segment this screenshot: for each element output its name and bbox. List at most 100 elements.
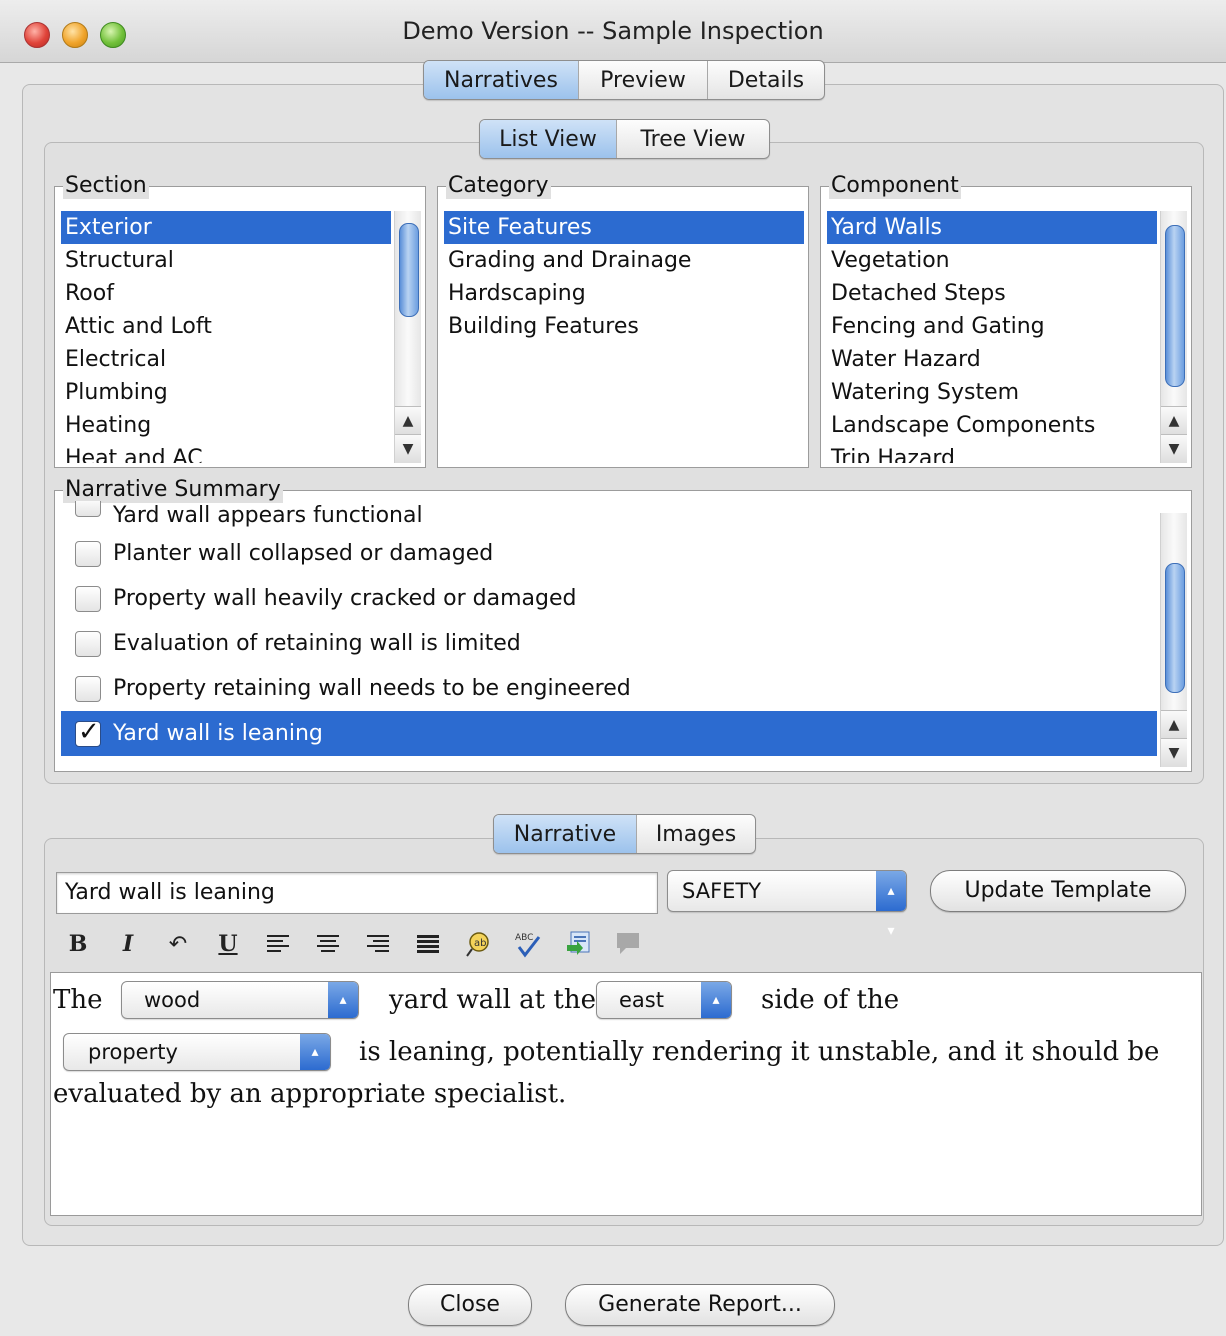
view-tab-bar: List View Tree View	[479, 119, 770, 159]
narrative-summary-title: Narrative Summary	[63, 477, 283, 503]
location-select[interactable]: property ▴ ▾	[63, 1033, 331, 1096]
list-item[interactable]: Exterior	[61, 211, 391, 244]
formatting-toolbar: B I ↶ U ab ABC	[60, 926, 646, 962]
checkbox[interactable]	[75, 631, 101, 657]
title-bar: Demo Version -- Sample Inspection	[0, 0, 1226, 63]
narrative-scrollbar[interactable]: ▲ ▼	[1160, 513, 1187, 767]
svg-text:ABC: ABC	[515, 933, 533, 943]
list-item[interactable]: Evaluation of retaining wall is limited	[61, 621, 1157, 666]
list-item[interactable]: Property retaining wall needs to be engi…	[61, 666, 1157, 711]
list-item[interactable]: Trip Hazard	[827, 442, 1157, 463]
section-list: Section Exterior Structural Roof Attic a…	[54, 173, 426, 468]
align-center-icon[interactable]	[310, 926, 346, 962]
scroll-thumb[interactable]	[1165, 225, 1185, 387]
bold-icon[interactable]: B	[60, 926, 96, 962]
list-item[interactable]: Property wall heavily cracked or damaged	[61, 576, 1157, 621]
list-item[interactable]: Water Hazard	[827, 343, 1157, 376]
narrative-summary: Narrative Summary Yard wall appears func…	[54, 477, 1192, 772]
underline-icon[interactable]: U	[210, 926, 246, 962]
list-item[interactable]: Heat and AC	[61, 442, 391, 463]
list-item[interactable]: Site Features	[444, 211, 804, 244]
checkbox-checked[interactable]: ✓	[75, 717, 101, 747]
checkbox[interactable]	[75, 676, 101, 702]
category-title: Category	[446, 173, 551, 199]
list-item[interactable]: Planter wall collapsed or damaged	[61, 531, 1157, 576]
severity-select[interactable]: SAFETY ▴ ▾	[667, 870, 907, 939]
component-list: Component Yard Walls Vegetation Detached…	[820, 173, 1192, 468]
material-select[interactable]: wood ▴ ▾	[121, 981, 359, 1044]
tab-list-view[interactable]: List View	[480, 120, 616, 158]
align-right-icon[interactable]	[360, 926, 396, 962]
list-item[interactable]: Vegetation	[827, 244, 1157, 277]
updown-icon: ▴ ▾	[300, 1034, 330, 1096]
component-title: Component	[829, 173, 961, 199]
comment-icon[interactable]	[610, 926, 646, 962]
checkbox[interactable]	[75, 501, 101, 517]
list-item[interactable]: Heating	[61, 409, 391, 442]
list-item[interactable]: Landscape Components	[827, 409, 1157, 442]
scroll-down-icon[interactable]: ▼	[1161, 434, 1187, 463]
narrative-items: Yard wall appears functional Planter wal…	[61, 501, 1157, 767]
tab-tree-view[interactable]: Tree View	[616, 120, 769, 158]
scroll-up-icon[interactable]: ▲	[1161, 710, 1187, 739]
list-item[interactable]: Yard Walls	[827, 211, 1157, 244]
list-item[interactable]: Electrical	[61, 343, 391, 376]
main-tab-bar: Narratives Preview Details	[423, 60, 825, 100]
scroll-thumb[interactable]	[1165, 563, 1185, 693]
scroll-up-icon[interactable]: ▲	[395, 406, 421, 435]
svg-text:ab: ab	[474, 938, 486, 949]
narrative-editor[interactable]: The wood ▴ ▾ yard wall at the east ▴ ▾ sid…	[50, 972, 1202, 1216]
list-item[interactable]: Fencing and Gating	[827, 310, 1157, 343]
italic-icon[interactable]: I	[110, 926, 146, 962]
align-left-icon[interactable]	[260, 926, 296, 962]
updown-icon: ▴ ▾	[701, 982, 731, 1044]
list-item[interactable]: Watering System	[827, 376, 1157, 409]
list-item[interactable]: Hardscaping	[444, 277, 804, 310]
narrative-label: Property retaining wall needs to be engi…	[113, 676, 631, 701]
insert-phrase-icon[interactable]: ab	[460, 926, 496, 962]
narrative-title-input[interactable]: Yard wall is leaning	[56, 872, 658, 914]
undo-icon[interactable]: ↶	[160, 926, 196, 962]
narrative-text: evaluated by an appropriate specialist.	[53, 1079, 567, 1109]
severity-value: SAFETY	[682, 879, 762, 903]
update-template-button[interactable]: Update Template	[930, 870, 1186, 912]
spellcheck-icon[interactable]: ABC	[510, 926, 546, 962]
component-scrollbar[interactable]: ▲ ▼	[1160, 211, 1187, 463]
justify-icon[interactable]	[410, 926, 446, 962]
section-scrollbar[interactable]: ▲ ▼	[394, 211, 421, 463]
import-icon[interactable]	[560, 926, 596, 962]
scroll-down-icon[interactable]: ▼	[1161, 738, 1187, 767]
list-item[interactable]: ✓ Yard wall is leaning	[61, 711, 1157, 756]
generate-report-button[interactable]: Generate Report...	[565, 1284, 835, 1326]
editor-tab-bar: Narrative Images	[493, 814, 756, 854]
list-item[interactable]: Grading and Drainage	[444, 244, 804, 277]
narrative-text: is leaning, potentially rendering it uns…	[359, 1037, 1160, 1067]
list-item[interactable]: Plumbing	[61, 376, 391, 409]
tab-preview[interactable]: Preview	[578, 61, 707, 99]
list-item[interactable]: Yard wall appears functional	[61, 501, 1157, 531]
narrative-label: Yard wall is leaning	[113, 721, 323, 746]
window-title: Demo Version -- Sample Inspection	[402, 17, 824, 45]
list-item[interactable]: Roof	[61, 277, 391, 310]
updown-icon: ▴ ▾	[876, 871, 906, 939]
direction-select[interactable]: east ▴ ▾	[596, 981, 732, 1044]
list-item[interactable]: Structural	[61, 244, 391, 277]
scroll-down-icon[interactable]: ▼	[395, 434, 421, 463]
direction-value: east	[619, 988, 664, 1012]
narrative-text: yard wall at the	[389, 985, 596, 1015]
scroll-up-icon[interactable]: ▲	[1161, 406, 1187, 435]
checkbox[interactable]	[75, 541, 101, 567]
tab-images[interactable]: Images	[636, 815, 755, 853]
list-item[interactable]: Attic and Loft	[61, 310, 391, 343]
tab-details[interactable]: Details	[707, 61, 824, 99]
scroll-thumb[interactable]	[399, 223, 419, 317]
updown-icon: ▴ ▾	[328, 982, 358, 1044]
tab-narrative[interactable]: Narrative	[494, 815, 636, 853]
narrative-label: Property wall heavily cracked or damaged	[113, 586, 577, 611]
category-items: Site Features Grading and Drainage Hards…	[444, 211, 804, 463]
list-item[interactable]: Detached Steps	[827, 277, 1157, 310]
tab-narratives[interactable]: Narratives	[424, 61, 578, 99]
list-item[interactable]: Building Features	[444, 310, 804, 343]
close-button[interactable]: Close	[408, 1284, 532, 1326]
checkbox[interactable]	[75, 586, 101, 612]
